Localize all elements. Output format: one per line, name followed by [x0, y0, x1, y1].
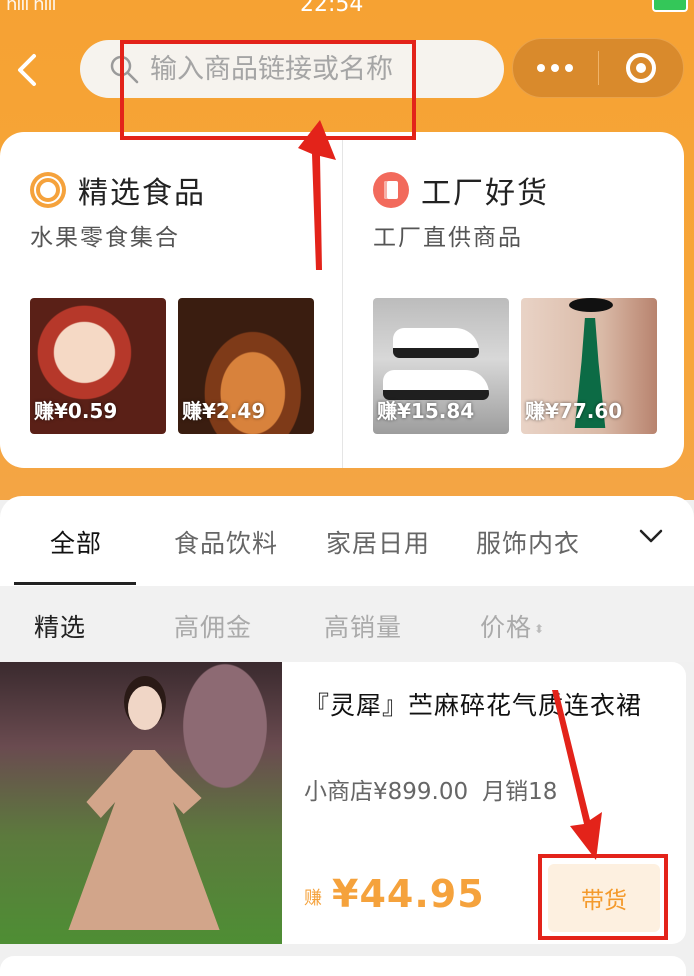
- commission-price: ¥44.95: [332, 872, 485, 916]
- photo-model-head: [128, 686, 162, 730]
- section-title: 工厂好货: [421, 176, 549, 211]
- coin-icon: [30, 172, 66, 208]
- hat-image: [569, 298, 613, 312]
- more-icon[interactable]: [513, 38, 598, 98]
- status-bar: nlll nlll 22:54: [0, 0, 694, 22]
- section-factory[interactable]: 工厂好货 工厂直供商品 赚¥15.84 赚¥77.60: [343, 132, 683, 468]
- tab-apparel[interactable]: 服饰内衣: [476, 524, 580, 560]
- shoe-image: [393, 328, 479, 358]
- annotation-arrow-icon: [290, 120, 340, 270]
- sort-filters: 精选 高佣金 高销量 价格 ⬍: [0, 586, 694, 662]
- tab-all[interactable]: 全部: [50, 524, 102, 560]
- product-meta: 小商店¥899.00 月销18: [304, 772, 557, 806]
- earn-label: 赚¥15.84: [377, 399, 475, 423]
- active-tab-indicator: [14, 582, 136, 585]
- product-thumbnail[interactable]: 赚¥77.60: [521, 298, 657, 434]
- chevron-down-icon[interactable]: [638, 526, 664, 546]
- filter-price[interactable]: 价格 ⬍: [480, 608, 545, 644]
- section-factory-header: 工厂好货: [373, 168, 549, 212]
- next-product-card: [0, 956, 686, 976]
- product-thumbnail[interactable]: 赚¥0.59: [30, 298, 166, 434]
- status-time: 22:54: [300, 0, 364, 17]
- filter-high-sales[interactable]: 高销量: [324, 608, 402, 644]
- tab-food-drinks[interactable]: 食品饮料: [174, 524, 278, 560]
- annotation-arrow-icon: [546, 690, 610, 860]
- store-price: 小商店¥899.00: [304, 779, 469, 805]
- section-subtitle: 工厂直供商品: [373, 225, 523, 251]
- earn-label: 赚¥0.59: [34, 399, 118, 423]
- mini-program-capsule: [512, 38, 684, 98]
- product-thumbnail[interactable]: 赚¥2.49: [178, 298, 314, 434]
- filter-high-commission[interactable]: 高佣金: [174, 608, 252, 644]
- earn-label: 赚¥77.60: [525, 399, 623, 423]
- product-thumbnail[interactable]: 赚¥15.84: [373, 298, 509, 434]
- back-icon[interactable]: [12, 52, 46, 88]
- book-icon: [373, 172, 409, 208]
- section-food-header: 精选食品: [30, 168, 206, 212]
- sort-icon: ⬍: [534, 622, 546, 636]
- product-image[interactable]: [0, 662, 282, 944]
- section-food[interactable]: 精选食品 水果零食集合 赚¥0.59 赚¥2.49: [0, 132, 340, 468]
- filter-price-label: 价格: [480, 613, 533, 642]
- earn-label: 赚¥2.49: [182, 399, 266, 423]
- annotation-box-button: [538, 854, 668, 940]
- annotation-box-search: [120, 40, 416, 140]
- earn-tag: 赚: [304, 888, 322, 909]
- section-subtitle: 水果零食集合: [30, 225, 180, 251]
- category-tabs: 全部 食品饮料 家居日用 服饰内衣: [0, 496, 694, 586]
- signal-icon: nlll nlll: [6, 0, 57, 15]
- battery-icon: [652, 0, 688, 12]
- section-title: 精选食品: [78, 176, 206, 211]
- filter-featured[interactable]: 精选: [34, 608, 86, 644]
- tab-home[interactable]: 家居日用: [326, 524, 430, 560]
- close-icon[interactable]: [599, 38, 684, 98]
- featured-card: 精选食品 水果零食集合 赚¥0.59 赚¥2.49 工厂好货 工厂直供商品 赚¥…: [0, 132, 684, 468]
